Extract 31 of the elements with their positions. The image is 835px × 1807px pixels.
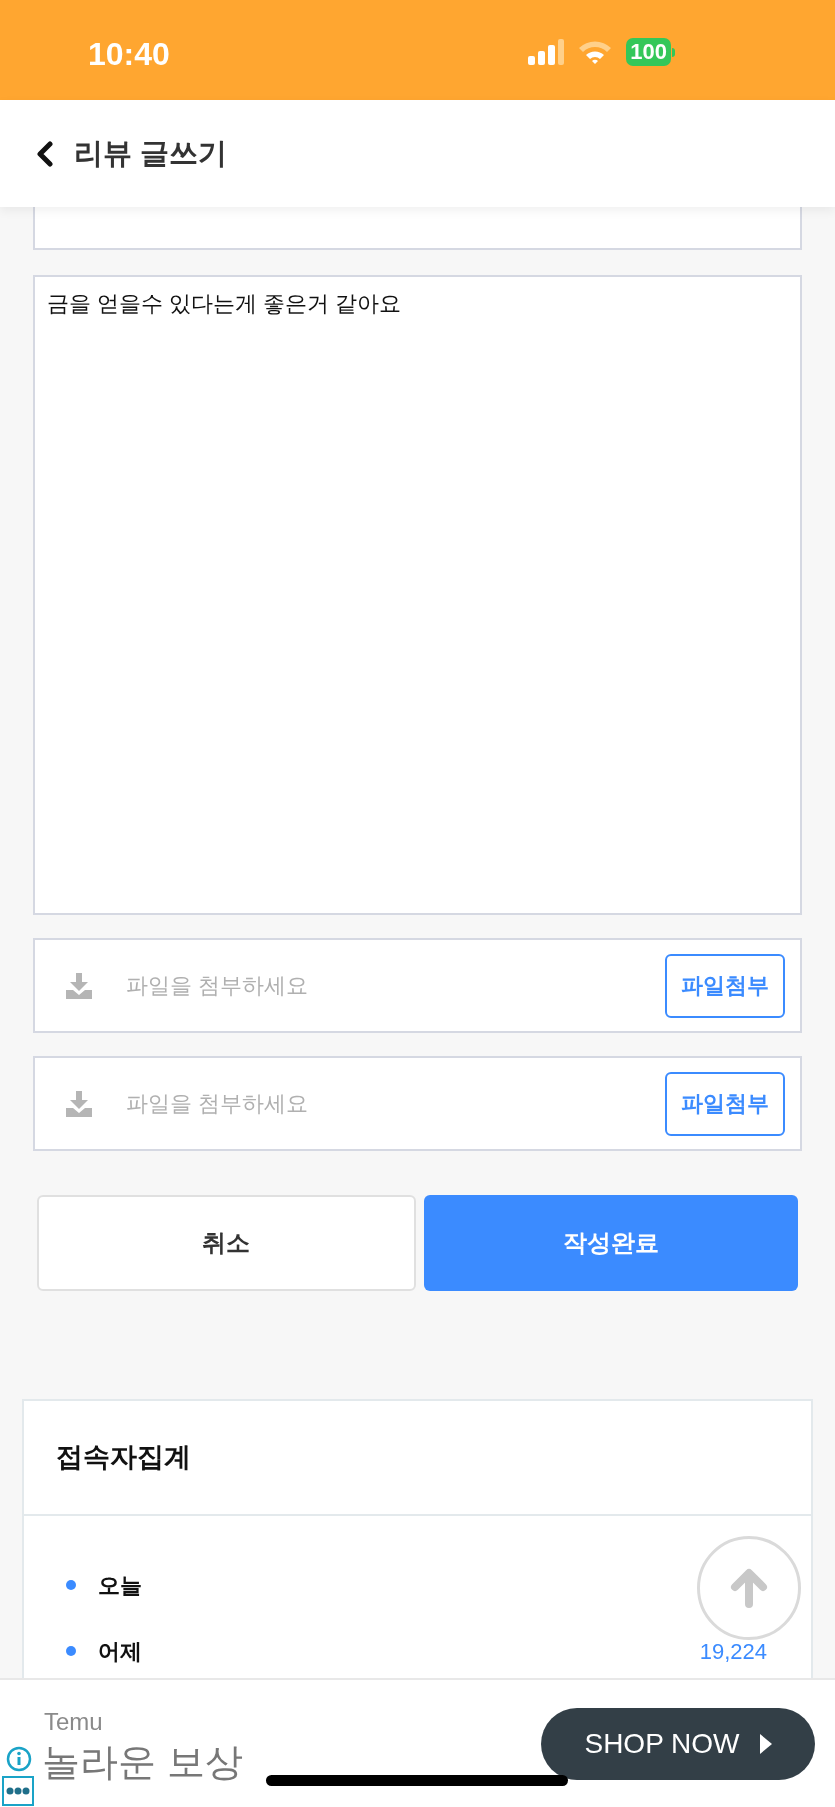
ad-banner[interactable]: Temu 놀라운 보상 SHOP NOW [0,1678,835,1807]
stat-label: 오늘 [98,1571,142,1600]
bullet-icon [66,1646,76,1656]
status-time: 10:40 [88,35,170,74]
ad-brand: Temu [44,1707,103,1737]
signal-icon [528,39,565,65]
bullet-icon [66,1580,76,1590]
attach-file-button[interactable]: 파일첨부 [665,953,785,1018]
attach-file-button[interactable]: 파일첨부 [665,1071,785,1136]
file-placeholder: 파일을 첨부하세요 [126,972,309,1000]
arrow-up-icon [729,1568,769,1608]
download-icon [65,971,93,1000]
submit-button[interactable]: 작성완료 [423,1195,798,1291]
title-field[interactable] [33,207,802,250]
play-arrow-icon [759,1734,772,1754]
file-placeholder: 파일을 첨부하세요 [126,1090,309,1118]
attachment-field[interactable]: 파일을 첨부하세요 파일첨부 [33,1056,802,1151]
wifi-icon [578,39,613,65]
back-button[interactable] [34,139,54,168]
ad-headline: 놀라운 보상 [42,1740,243,1785]
more-icon[interactable] [2,1776,34,1806]
card-title: 접속자집계 [56,1441,191,1475]
content-field[interactable]: 금을 얻을수 있다는게 좋은거 같아요 [33,275,802,915]
stat-value: 19,224 [699,1637,767,1666]
info-icon[interactable] [6,1746,32,1772]
stat-label: 어제 [98,1637,142,1666]
shop-now-button[interactable]: SHOP NOW [541,1708,815,1780]
attachment-field[interactable]: 파일을 첨부하세요 파일첨부 [33,938,802,1033]
download-icon [65,1089,93,1118]
cancel-button[interactable]: 취소 [37,1195,416,1291]
page-title: 리뷰 글쓰기 [74,135,228,171]
